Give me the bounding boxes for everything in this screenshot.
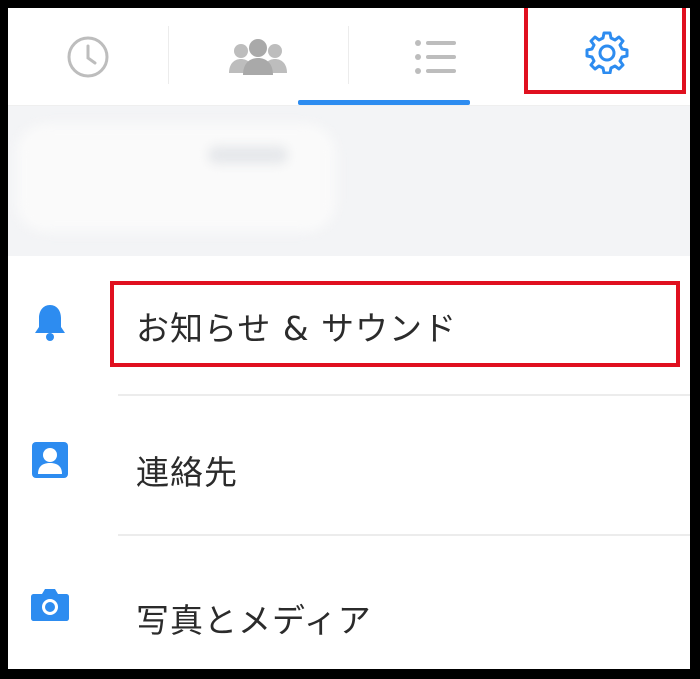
list-icon (415, 40, 456, 74)
clock-icon (67, 36, 109, 78)
menu-label: 連絡先 (136, 453, 238, 492)
profile-name-blurred (208, 146, 288, 164)
settings-highlight-box (524, 8, 686, 94)
tab-recent[interactable] (8, 8, 168, 106)
people-icon (229, 39, 287, 75)
camera-icon (28, 582, 72, 626)
menu-item-photos-media[interactable]: 写真とメディア (8, 536, 690, 669)
tab-people[interactable] (168, 8, 348, 106)
app-frame: お知らせ & サウンド 連絡先 写真とメディア (8, 8, 690, 669)
notifications-highlight-box (110, 281, 680, 367)
menu-item-contacts[interactable]: 連絡先 (8, 396, 690, 536)
contact-card-icon (28, 438, 72, 482)
profile-card (16, 124, 336, 232)
tab-bar (8, 8, 690, 106)
bell-icon (28, 300, 72, 344)
profile-header[interactable] (8, 106, 690, 256)
menu-label: 写真とメディア (136, 601, 372, 640)
tab-list[interactable] (348, 8, 524, 106)
